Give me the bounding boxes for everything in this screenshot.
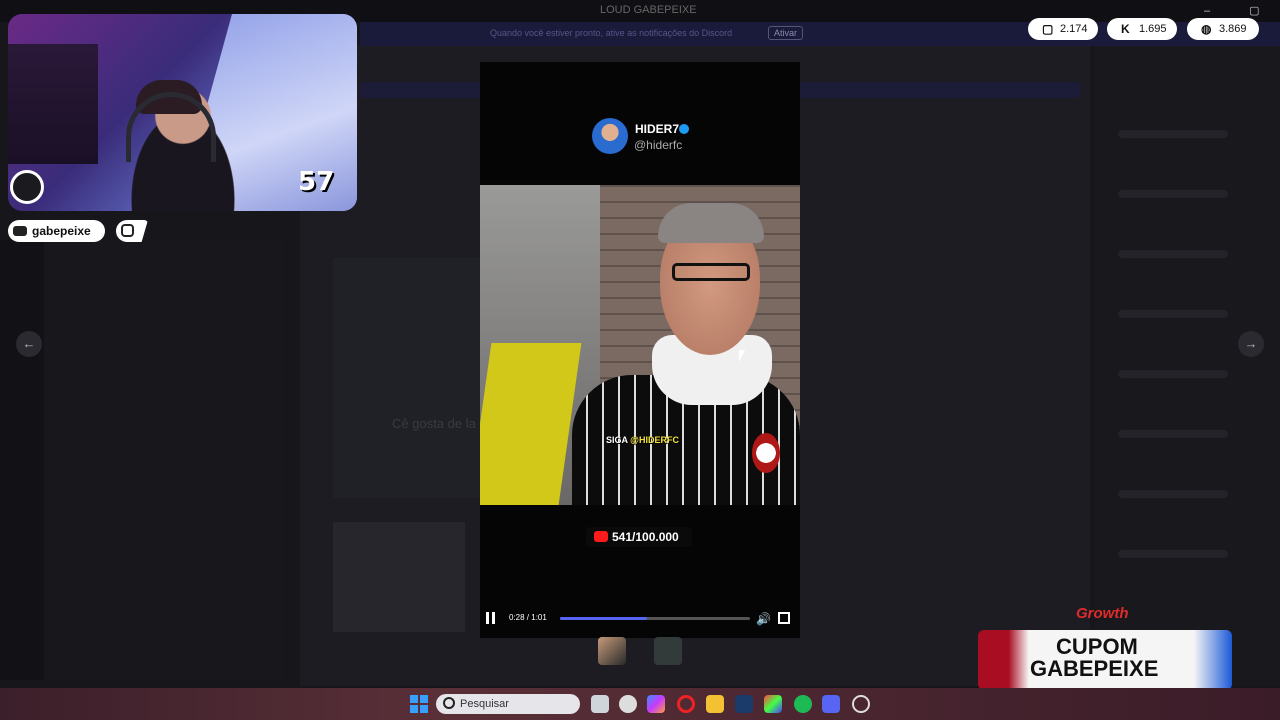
- discord-icon[interactable]: [822, 695, 840, 713]
- instagram-icon: [121, 224, 134, 237]
- webcam-counter: 57: [298, 167, 335, 197]
- member-row: [1118, 130, 1228, 138]
- chat-embed-secondary: [333, 522, 465, 632]
- twitch-viewers: 2.174: [1060, 23, 1088, 35]
- stream-screen: LOUD GABEPEIXE – ▢ ✕ Quando você estiver…: [0, 0, 1280, 720]
- member-row: [1118, 430, 1228, 438]
- media-thumbnail-active[interactable]: [598, 637, 626, 665]
- windows-start-icon[interactable]: [410, 695, 428, 713]
- total-viewers-chip: ◍ 3.869: [1187, 18, 1259, 40]
- volume-icon[interactable]: 🔊: [756, 612, 771, 626]
- file-explorer-icon[interactable]: [706, 695, 724, 713]
- author-name: HIDER7: [635, 122, 680, 136]
- seek-bar-progress: [560, 617, 648, 620]
- playback-time: 0:28 / 1:01: [509, 613, 547, 622]
- mouse-cursor-icon: [739, 350, 745, 362]
- pause-button[interactable]: [485, 612, 497, 624]
- member-row: [1118, 190, 1228, 198]
- webcam-shelf: [8, 44, 98, 164]
- window-title: LOUD GABEPEIXE: [600, 4, 697, 16]
- search-icon: [443, 697, 455, 709]
- member-row: [1118, 490, 1228, 498]
- video-caption: SIGA @HIDERFC: [606, 435, 679, 445]
- twitch-viewers-chip: ▢ 2.174: [1028, 18, 1098, 40]
- youtube-logo-icon: [594, 531, 608, 542]
- kick-viewers-chip: K 1.695: [1107, 18, 1177, 40]
- author-avatar: [592, 118, 628, 154]
- youtube-handle: gabepeixe: [32, 224, 91, 238]
- taskbar: [0, 688, 1280, 720]
- steam-icon[interactable]: [735, 695, 753, 713]
- member-list: [1095, 46, 1280, 686]
- caption-handle: @HIDERFC: [630, 435, 679, 445]
- obs-icon[interactable]: [852, 695, 870, 713]
- video-hair: [658, 203, 764, 243]
- banner-text: Quando você estiver pronto, ative as not…: [490, 28, 733, 38]
- subscriber-goal-count: 541/100.000: [612, 530, 679, 544]
- member-row: [1118, 250, 1228, 258]
- member-row: [1118, 550, 1228, 558]
- app-icon[interactable]: [619, 695, 637, 713]
- globe-icon: ◍: [1201, 22, 1212, 36]
- next-arrow-icon[interactable]: →: [1238, 331, 1264, 357]
- copilot-icon[interactable]: [647, 695, 665, 713]
- club-badge-icon: [752, 433, 780, 473]
- taskbar-search-placeholder: Pesquisar: [460, 698, 509, 710]
- fullscreen-button[interactable]: [778, 612, 790, 624]
- kick-viewers: 1.695: [1139, 23, 1167, 35]
- total-viewers: 3.869: [1219, 23, 1247, 35]
- spotify-icon[interactable]: [794, 695, 812, 713]
- twitch-icon: ▢: [1042, 22, 1054, 36]
- previous-arrow-icon[interactable]: ←: [16, 331, 42, 357]
- chat-overlay-text: Cê gosta de la: [392, 416, 476, 431]
- seek-bar[interactable]: [560, 617, 750, 620]
- opera-icon[interactable]: [677, 695, 695, 713]
- coupon-code: GABEPEIXE: [1030, 656, 1159, 681]
- youtube-icon: [13, 226, 27, 236]
- media-thumbnail[interactable]: [654, 637, 682, 665]
- app-icon-colorful[interactable]: [764, 695, 782, 713]
- sponsor-brand: Growth: [1076, 605, 1129, 622]
- verified-badge-icon: [679, 124, 689, 134]
- server-list: [0, 240, 44, 680]
- task-view-icon[interactable]: [591, 695, 609, 713]
- member-row: [1118, 310, 1228, 318]
- caption-prefix: SIGA: [606, 435, 631, 445]
- member-row: [1118, 370, 1228, 378]
- kick-icon: K: [1121, 22, 1130, 36]
- channel-list: [44, 240, 284, 680]
- author-handle: @hiderfc: [634, 138, 683, 152]
- chat-embed: [333, 258, 493, 498]
- stream-logo-icon: [10, 170, 44, 204]
- video-glasses: [672, 263, 750, 281]
- banner-button[interactable]: Ativar: [768, 26, 804, 40]
- video-frame[interactable]: [480, 185, 800, 505]
